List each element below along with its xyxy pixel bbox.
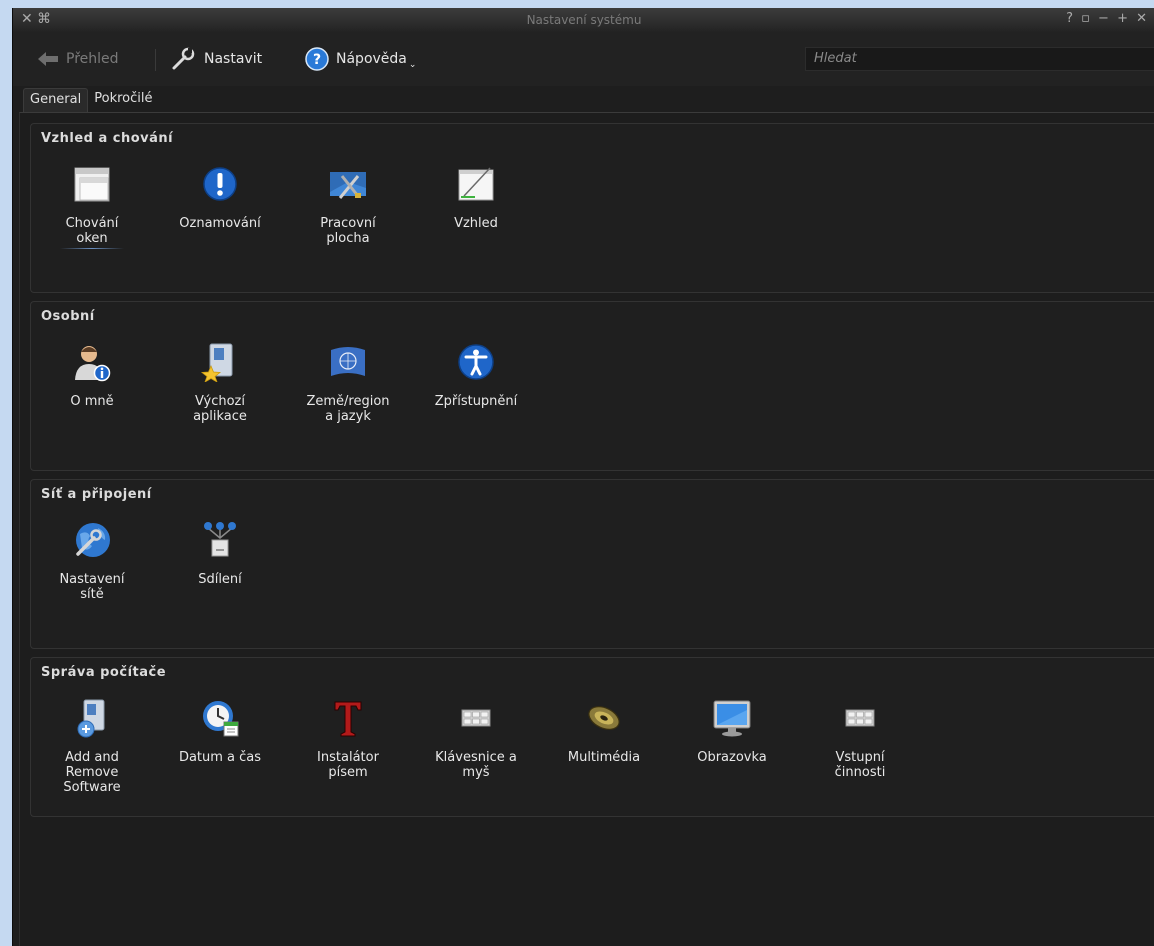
tab-advanced[interactable]: Pokročilé — [88, 88, 158, 112]
item-about-me[interactable]: O mně — [39, 342, 145, 409]
item-label: Chování oken — [65, 216, 119, 246]
software-package-icon — [71, 698, 113, 738]
sharing-icon — [199, 520, 241, 560]
group-title: Osobní — [41, 309, 95, 324]
group-network: Síť a připojení Nastavení sítě Sdílení — [30, 479, 1154, 649]
item-desktop[interactable]: Pracovní plocha — [295, 164, 401, 246]
back-arrow-icon — [37, 51, 59, 67]
user-info-icon — [71, 342, 113, 382]
item-label: Země/region a jazyk — [306, 394, 390, 424]
item-font-installer[interactable]: Instalátor písem — [295, 698, 401, 780]
item-label: Datum a čas — [178, 750, 262, 765]
font-installer-icon — [327, 698, 369, 738]
window-buttons-icon[interactable]: ? ▫ − + ✕ — [1066, 11, 1149, 26]
item-add-remove-software[interactable]: Add and Remove Software — [39, 698, 145, 795]
group-computer-administration: Správa počítače Add and Remove Software … — [30, 657, 1154, 817]
item-label: Klávesnice a myš — [435, 750, 517, 780]
help-label: Nápověda — [336, 51, 407, 67]
configure-label: Nastavit — [204, 51, 263, 67]
item-label: O mně — [70, 394, 114, 409]
item-label: Výchozí aplikace — [193, 394, 247, 424]
toolbar-separator — [155, 49, 156, 71]
item-label: Add and Remove Software — [63, 750, 121, 795]
notification-icon — [199, 164, 241, 204]
item-label: Zpřístupnění — [434, 394, 518, 409]
item-label: Multimédia — [567, 750, 641, 765]
item-label: Oznamování — [179, 216, 261, 231]
keyboard-icon — [455, 698, 497, 738]
item-label: Instalátor písem — [317, 750, 379, 780]
default-applications-icon — [199, 342, 241, 382]
item-sharing[interactable]: Sdílení — [167, 520, 273, 587]
item-input-actions[interactable]: Vstupní činnosti — [807, 698, 913, 780]
item-label: Vzhled — [454, 216, 498, 231]
search-input[interactable]: Hledat — [805, 47, 1154, 71]
network-globe-icon — [71, 520, 113, 560]
window-behavior-icon — [71, 164, 113, 204]
speaker-icon — [583, 698, 625, 738]
wrench-icon — [171, 47, 197, 71]
system-settings-window: ✕ ⌘ Nastavení systému ? ▫ − + ✕ Přehled … — [12, 8, 1154, 946]
item-appearance[interactable]: Vzhled — [423, 164, 529, 231]
item-accessibility[interactable]: Zpřístupnění — [423, 342, 529, 409]
help-button[interactable]: ? Nápověda ⌄ — [305, 45, 416, 73]
item-display[interactable]: Obrazovka — [679, 698, 785, 765]
item-notifications[interactable]: Oznamování — [167, 164, 273, 231]
item-keyboard-mouse[interactable]: Klávesnice a myš — [423, 698, 529, 780]
toolbar: Přehled Nastavit ? Nápověda ⌄ Hledat — [13, 32, 1154, 86]
item-default-apps[interactable]: Výchozí aplikace — [167, 342, 273, 424]
item-window-behavior[interactable]: Chování oken — [39, 164, 145, 249]
item-label: Vstupní činnosti — [834, 750, 886, 780]
desktop-tools-icon — [327, 164, 369, 204]
configure-button[interactable]: Nastavit — [171, 45, 262, 73]
group-appearance-behavior: Vzhled a chování Chování oken Oznamování… — [30, 123, 1154, 293]
group-title: Vzhled a chování — [41, 131, 174, 146]
settings-panel: Vzhled a chování Chování oken Oznamování… — [19, 112, 1154, 946]
flag-globe-icon — [327, 342, 369, 382]
clock-calendar-icon — [199, 698, 241, 738]
item-network-settings[interactable]: Nastavení sítě — [39, 520, 145, 602]
monitor-icon — [711, 698, 753, 738]
focus-underline — [60, 248, 124, 249]
item-country-region-language[interactable]: Země/region a jazyk — [295, 342, 401, 424]
group-title: Síť a připojení — [41, 487, 152, 502]
item-label: Obrazovka — [697, 750, 767, 765]
chevron-down-icon[interactable]: ⌄ — [409, 60, 417, 70]
accessibility-icon — [455, 342, 497, 382]
item-label: Sdílení — [198, 572, 242, 587]
tab-general[interactable]: General — [23, 88, 89, 113]
input-actions-icon — [839, 698, 881, 738]
back-overview-label: Přehled — [66, 51, 119, 67]
svg-text:?: ? — [313, 52, 321, 68]
item-multimedia[interactable]: Multimédia — [551, 698, 657, 765]
item-label: Nastavení sítě — [59, 572, 125, 602]
back-overview-button[interactable]: Přehled — [37, 45, 119, 73]
tab-bar: General Pokročilé — [23, 88, 158, 113]
appearance-icon — [455, 164, 497, 204]
group-title: Správa počítače — [41, 665, 167, 680]
item-date-time[interactable]: Datum a čas — [167, 698, 273, 765]
title-bar[interactable]: ✕ ⌘ Nastavení systému ? ▫ − + ✕ — [13, 8, 1154, 33]
item-label: Pracovní plocha — [320, 216, 376, 246]
help-icon: ? — [305, 47, 329, 71]
group-personal: Osobní O mně Výchozí aplikace Země/regio… — [30, 301, 1154, 471]
window-title: Nastavení systému — [526, 13, 642, 27]
